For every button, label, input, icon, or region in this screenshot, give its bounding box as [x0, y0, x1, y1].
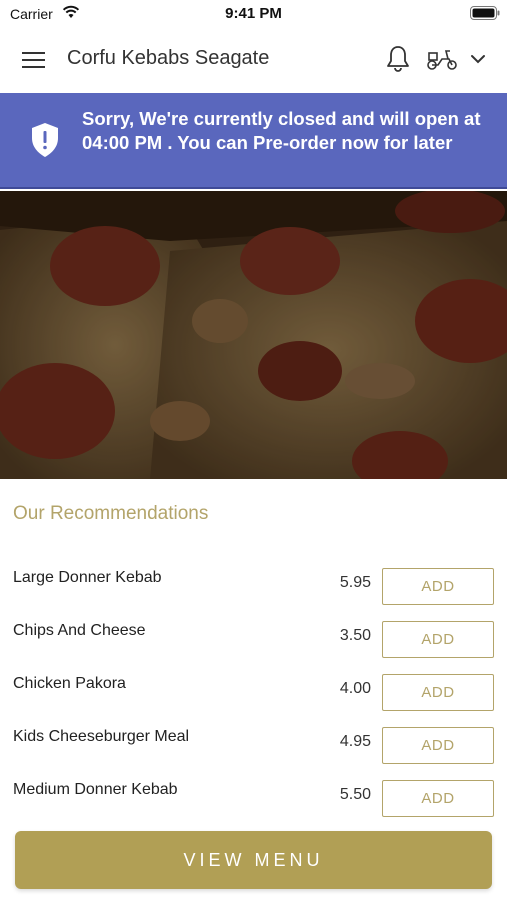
scooter-icon[interactable] [426, 47, 458, 71]
item-name: Chicken Pakora [13, 675, 126, 692]
item-name: Kids Cheeseburger Meal [13, 728, 190, 745]
add-button[interactable]: ADD [382, 674, 494, 711]
closed-message: Sorry, We're currently closed and will o… [82, 108, 481, 153]
item-price: 4.95 [339, 733, 371, 750]
item-name: Large Donner Kebab [13, 569, 162, 586]
add-button[interactable]: ADD [382, 780, 494, 817]
menu-icon[interactable] [22, 50, 46, 70]
shield-icon [32, 123, 58, 157]
hero-pizza-image [0, 191, 507, 479]
view-menu-button[interactable]: VIEW MENU [15, 831, 492, 889]
closed-banner: Sorry, We're currently closed and will o… [0, 93, 507, 189]
item-price: 5.50 [339, 786, 371, 803]
add-button[interactable]: ADD [382, 568, 494, 605]
list-item: Kids Cheeseburger Meal 4.95 ADD [0, 719, 507, 772]
chevron-down-icon[interactable] [470, 52, 486, 66]
list-item: Chips And Cheese 3.50 ADD [0, 613, 507, 666]
item-name: Medium Donner Kebab [13, 781, 178, 798]
list-item: Large Donner Kebab 5.95 ADD [0, 560, 507, 613]
status-time: 9:41 PM [225, 5, 282, 22]
battery-icon [470, 6, 500, 20]
list-item: Chicken Pakora 4.00 ADD [0, 666, 507, 719]
status-bar: Carrier 9:41 PM [0, 0, 507, 28]
recommendations-title: Our Recommendations [13, 503, 209, 524]
list-item: Medium Donner Kebab 5.50 ADD [0, 772, 507, 825]
add-button[interactable]: ADD [382, 727, 494, 764]
add-button[interactable]: ADD [382, 621, 494, 658]
store-title: Corfu Kebabs Seagate [67, 47, 270, 69]
item-price: 5.95 [339, 574, 371, 591]
recommendations-list: Large Donner Kebab 5.95 ADD Chips And Ch… [0, 560, 507, 825]
pizza-illustration [0, 191, 507, 479]
item-price: 4.00 [339, 680, 371, 697]
item-price: 3.50 [339, 627, 371, 644]
bell-icon[interactable] [385, 45, 411, 73]
app-header: Corfu Kebabs Seagate [0, 28, 507, 92]
item-name: Chips And Cheese [13, 622, 146, 639]
